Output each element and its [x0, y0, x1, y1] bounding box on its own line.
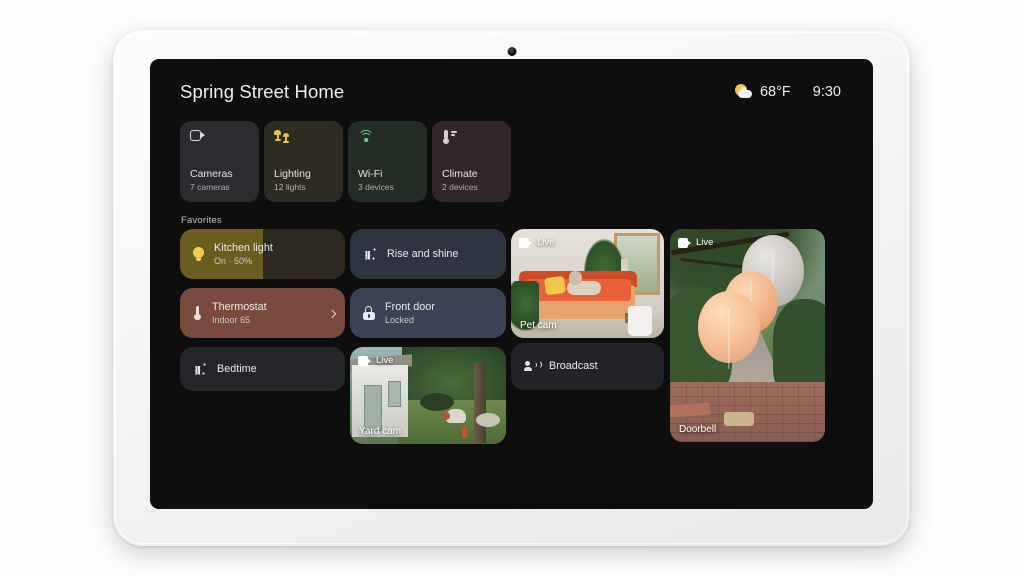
video-camera-icon [190, 130, 207, 147]
favorite-card-bedtime[interactable]: Bedtime [180, 347, 345, 391]
quick-tile-wifi[interactable]: Wi-Fi 3 devices [348, 121, 427, 202]
live-badge: Live [519, 237, 554, 248]
favorite-card-broadcast[interactable]: Broadcast [511, 343, 664, 390]
quick-tile-label: Cameras [190, 168, 233, 181]
sparkles-icon [363, 247, 377, 261]
quick-tile-label: Lighting [274, 168, 311, 181]
video-camera-icon [358, 355, 371, 366]
quick-tile-sublabel: 7 cameras [190, 181, 230, 192]
status-bar: Spring Street Home 68°F 9:30 [150, 59, 873, 125]
thermostat-icon [193, 306, 202, 321]
favorites-grid: Kitchen light On · 50% Thermostat Indoor [180, 229, 845, 444]
favorite-card-front-door[interactable]: Front door Locked [350, 288, 506, 338]
weather-temperature: 68°F [759, 84, 791, 100]
camera-name-label: Pet cam [520, 320, 557, 331]
quick-tile-sublabel: 3 devices [358, 181, 394, 192]
quick-tile-cameras[interactable]: Cameras 7 cameras [180, 121, 259, 202]
display-screen: Spring Street Home 68°F 9:30 Cameras 7 c… [150, 59, 873, 509]
lock-closed-icon [363, 306, 375, 320]
favorites-section-label: Favorites [181, 215, 222, 226]
thermostat-icon [442, 130, 459, 147]
camera-name-label: Yard cam [359, 426, 402, 437]
weather-indicator[interactable]: 68°F [734, 84, 791, 100]
card-label: Rise and shine [387, 247, 459, 260]
device-bezel: Spring Street Home 68°F 9:30 Cameras 7 c… [113, 30, 910, 546]
live-badge: Live [358, 355, 393, 366]
favorite-card-thermostat[interactable]: Thermostat Indoor 65 [180, 288, 345, 338]
quick-tile-label: Climate [442, 168, 478, 181]
quick-tile-lighting[interactable]: Lighting 12 lights [264, 121, 343, 202]
doorbell-video-feed [670, 229, 825, 442]
quick-tile-label: Wi-Fi [358, 168, 383, 181]
card-label: Broadcast [549, 360, 598, 373]
favorite-card-kitchen-light[interactable]: Kitchen light On · 50% [180, 229, 345, 279]
card-label: Thermostat [212, 300, 267, 313]
quick-tile-sublabel: 2 devices [442, 181, 478, 192]
lamps-icon [274, 130, 291, 147]
quick-tile-climate[interactable]: Climate 2 devices [432, 121, 511, 202]
card-sublabel: Indoor 65 [212, 314, 251, 325]
live-badge: Live [678, 237, 713, 248]
camera-card-yard-cam[interactable]: Live Yard cam [350, 347, 506, 444]
screenshot-stage: Spring Street Home 68°F 9:30 Cameras 7 c… [0, 0, 1024, 576]
live-badge-text: Live [696, 237, 714, 248]
card-sublabel: Locked [385, 314, 415, 325]
front-camera-dot [507, 47, 516, 56]
card-label: Bedtime [217, 362, 257, 375]
camera-card-pet-cam[interactable]: Live Pet cam [511, 229, 664, 338]
quick-access-tiles: Cameras 7 cameras Lighting 12 lights Wi-… [180, 121, 511, 202]
page-title: Spring Street Home [180, 81, 345, 102]
quick-tile-sublabel: 12 lights [274, 181, 306, 192]
sparkles-icon [193, 362, 207, 376]
video-camera-icon [519, 237, 532, 248]
live-badge-text: Live [537, 237, 555, 248]
lightbulb-icon [193, 247, 204, 261]
camera-card-doorbell[interactable]: Live Doorbell [670, 229, 825, 442]
wifi-icon [358, 130, 375, 147]
status-right-group: 68°F 9:30 [734, 84, 841, 100]
live-badge-text: Live [376, 355, 394, 366]
card-label: Front door [385, 300, 435, 313]
card-label: Kitchen light [214, 241, 273, 254]
favorite-card-rise-and-shine[interactable]: Rise and shine [350, 229, 506, 279]
broadcast-icon [524, 359, 542, 373]
card-sublabel: On · 50% [214, 255, 253, 266]
camera-name-label: Doorbell [679, 424, 717, 435]
sun-behind-cloud-icon [734, 84, 753, 100]
clock: 9:30 [812, 84, 841, 100]
video-camera-icon [678, 237, 691, 248]
